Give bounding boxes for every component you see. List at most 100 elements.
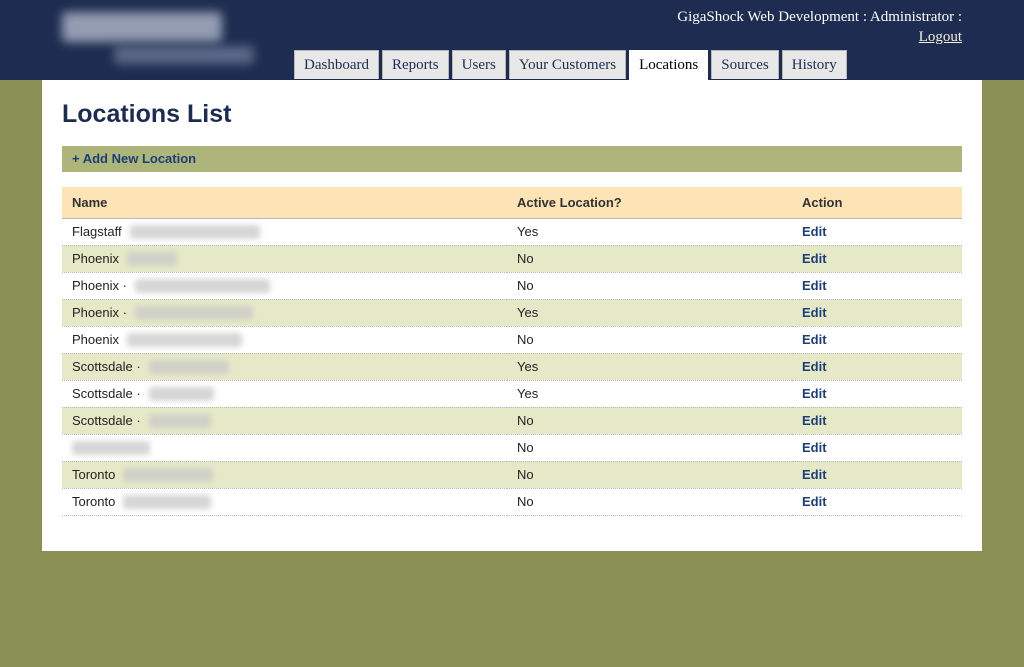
location-name: Toronto xyxy=(72,466,116,482)
table-row: Toronto No Edit xyxy=(62,488,962,516)
table-row: Phoenix No Edit xyxy=(62,326,962,354)
table-row: Flagstaff Yes Edit xyxy=(62,218,962,246)
action-cell: Edit xyxy=(792,353,962,381)
column-header-active: Active Location? xyxy=(507,187,792,219)
action-cell: Edit xyxy=(792,434,962,462)
tab-your-customers[interactable]: Your Customers xyxy=(508,50,627,79)
add-location-bar: + Add New Location xyxy=(62,146,962,172)
redacted-text xyxy=(72,441,150,456)
location-name: Scottsdale · xyxy=(72,385,141,401)
table-row: Scottsdale · Yes Edit xyxy=(62,380,962,408)
redacted-text xyxy=(148,414,211,429)
table-row: Phoenix · Yes Edit xyxy=(62,299,962,327)
active-location-cell: Yes xyxy=(507,353,792,381)
action-cell: Edit xyxy=(792,326,962,354)
action-cell: Edit xyxy=(792,218,962,246)
edit-link[interactable]: Edit xyxy=(802,224,827,239)
content-panel: Locations List + Add New Location Name A… xyxy=(42,80,982,551)
redacted-text xyxy=(148,360,229,375)
location-name-cell: Scottsdale · xyxy=(62,353,507,381)
location-name-cell: Flagstaff xyxy=(62,218,507,246)
action-cell: Edit xyxy=(792,407,962,435)
redacted-text xyxy=(134,306,253,321)
location-name-cell: Toronto xyxy=(62,461,507,489)
edit-link[interactable]: Edit xyxy=(802,494,827,509)
active-location-cell: No xyxy=(507,245,792,273)
active-location-cell: Yes xyxy=(507,218,792,246)
active-location-cell: Yes xyxy=(507,299,792,327)
edit-link[interactable]: Edit xyxy=(802,440,827,455)
table-row: Toronto No Edit xyxy=(62,461,962,489)
redacted-text xyxy=(148,387,214,402)
logout-link[interactable]: Logout xyxy=(919,29,962,45)
location-name: Scottsdale · xyxy=(72,358,141,374)
location-name-cell: Phoenix xyxy=(62,326,507,354)
table-row: No Edit xyxy=(62,434,962,462)
location-name-cell: Toronto xyxy=(62,488,507,516)
action-cell: Edit xyxy=(792,245,962,273)
tab-history[interactable]: History xyxy=(781,50,847,79)
action-cell: Edit xyxy=(792,380,962,408)
edit-link[interactable]: Edit xyxy=(802,359,827,374)
location-name: Phoenix · xyxy=(72,304,127,320)
location-name: Phoenix xyxy=(72,250,119,266)
tab-users[interactable]: Users xyxy=(451,50,506,79)
app-header: GigaShock Web Development : Administrato… xyxy=(0,0,1024,80)
action-cell: Edit xyxy=(792,461,962,489)
active-location-cell: No xyxy=(507,488,792,516)
active-location-cell: No xyxy=(507,272,792,300)
redacted-text xyxy=(129,225,260,240)
edit-link[interactable]: Edit xyxy=(802,386,827,401)
column-header-action: Action xyxy=(792,187,962,219)
redacted-text xyxy=(123,495,212,510)
redacted-text xyxy=(126,252,177,267)
action-cell: Edit xyxy=(792,488,962,516)
location-name-cell: Phoenix · xyxy=(62,272,507,300)
table-header-row: Name Active Location? Action xyxy=(62,187,962,219)
page-title: Locations List xyxy=(62,100,232,128)
action-cell: Edit xyxy=(792,272,962,300)
logo-tagline xyxy=(114,46,254,64)
tab-dashboard[interactable]: Dashboard xyxy=(294,50,379,79)
location-name: Phoenix · xyxy=(72,277,127,293)
location-name-cell: Phoenix xyxy=(62,245,507,273)
user-line: GigaShock Web Development : Administrato… xyxy=(677,9,962,25)
location-name-cell: Scottsdale · xyxy=(62,380,507,408)
active-location-cell: No xyxy=(507,326,792,354)
table-row: Scottsdale · Yes Edit xyxy=(62,353,962,381)
edit-link[interactable]: Edit xyxy=(802,251,827,266)
edit-link[interactable]: Edit xyxy=(802,413,827,428)
table-row: Scottsdale · No Edit xyxy=(62,407,962,435)
table-row: Phoenix · No Edit xyxy=(62,272,962,300)
location-name-cell: Scottsdale · xyxy=(62,407,507,435)
edit-link[interactable]: Edit xyxy=(802,305,827,320)
edit-link[interactable]: Edit xyxy=(802,278,827,293)
logo-mark xyxy=(62,12,222,42)
main-nav-tabs: Dashboard Reports Users Your Customers L… xyxy=(294,50,850,80)
table-row: Phoenix No Edit xyxy=(62,245,962,273)
active-location-cell: No xyxy=(507,407,792,435)
edit-link[interactable]: Edit xyxy=(802,332,827,347)
tab-locations[interactable]: Locations xyxy=(629,50,709,80)
redacted-text xyxy=(126,333,242,348)
location-name: Flagstaff xyxy=(72,223,122,239)
action-cell: Edit xyxy=(792,299,962,327)
user-info: GigaShock Web Development : Administrato… xyxy=(677,7,962,47)
active-location-cell: No xyxy=(507,461,792,489)
location-name: Scottsdale · xyxy=(72,412,141,428)
column-header-name: Name xyxy=(62,187,507,219)
location-name-cell: Phoenix · xyxy=(62,299,507,327)
add-new-location-link[interactable]: + Add New Location xyxy=(72,151,196,166)
location-name-cell xyxy=(62,434,507,462)
active-location-cell: Yes xyxy=(507,380,792,408)
company-logo[interactable] xyxy=(58,8,258,68)
edit-link[interactable]: Edit xyxy=(802,467,827,482)
redacted-text xyxy=(134,279,270,294)
tab-sources[interactable]: Sources xyxy=(711,50,779,79)
locations-table: Name Active Location? Action Flagstaff Y… xyxy=(62,187,962,516)
tab-reports[interactable]: Reports xyxy=(381,50,449,79)
redacted-text xyxy=(123,468,214,483)
location-name: Toronto xyxy=(72,493,116,509)
location-name: Phoenix xyxy=(72,331,119,347)
active-location-cell: No xyxy=(507,434,792,462)
